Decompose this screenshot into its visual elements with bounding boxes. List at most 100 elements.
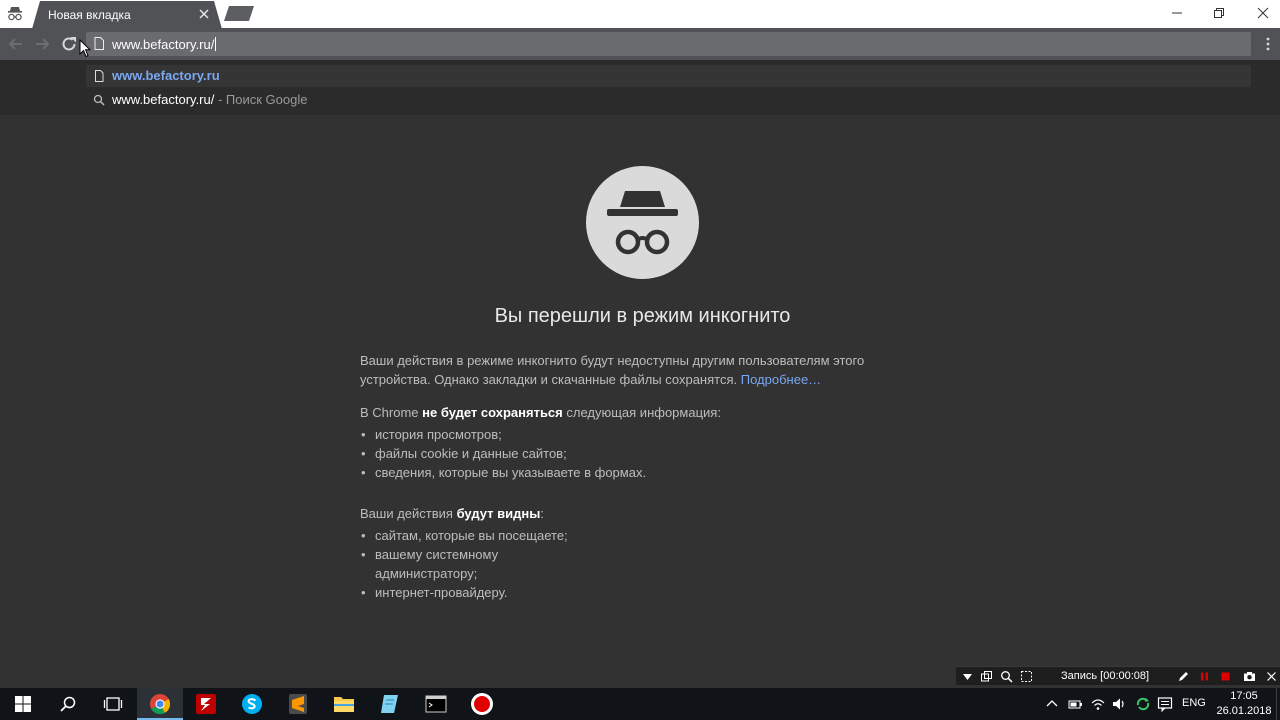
not-saved-post: следующая информация: xyxy=(562,405,721,420)
visible-pre: Ваши действия xyxy=(360,506,457,521)
stop-icon[interactable] xyxy=(1219,670,1232,683)
clock-time: 17:05 xyxy=(1230,690,1258,702)
terminal-icon xyxy=(425,695,447,713)
visible-list: сайтам, которые вы посещаете; вашему сис… xyxy=(360,526,900,602)
suggestion-item[interactable]: www.befactory.ru/ - Поиск Google xyxy=(86,89,1251,111)
tab-title: Новая вкладка xyxy=(48,8,131,22)
taskbar-skype[interactable] xyxy=(229,688,275,720)
taskbar-recorder[interactable] xyxy=(459,688,505,720)
notepad-icon xyxy=(381,695,398,713)
window-close-button[interactable] xyxy=(1240,0,1280,26)
list-item: сведения, которые вы указываете в формах… xyxy=(360,463,900,482)
taskbar-search-button[interactable] xyxy=(45,688,91,720)
suggestion-suffix: - Поиск Google xyxy=(214,92,308,107)
suggestion-query: www.befactory.ru/ xyxy=(112,92,215,107)
recording-status: Запись [00:00:08] xyxy=(1061,670,1150,682)
visible-bold: будут видны xyxy=(456,506,541,521)
incognito-spy-icon xyxy=(586,166,699,279)
minimize-button[interactable] xyxy=(1154,0,1200,26)
battery-icon[interactable] xyxy=(1067,696,1083,712)
menu-dots-icon[interactable] xyxy=(1262,36,1274,52)
clock-date: 26.01.2018 xyxy=(1216,705,1272,717)
browser-toolbar: www.befactory.ru/ xyxy=(0,28,1280,60)
language-indicator[interactable]: ENG xyxy=(1182,697,1206,709)
suggestion-item[interactable]: www.befactory.ru xyxy=(86,65,1251,87)
minimize-icon xyxy=(1172,12,1182,14)
taskbar: ENG 17:05 26.01.2018 xyxy=(0,688,1280,720)
sync-icon[interactable] xyxy=(1135,696,1151,712)
filezilla-icon xyxy=(196,694,216,714)
taskbar-file-explorer[interactable] xyxy=(321,688,367,720)
new-tab-button[interactable] xyxy=(224,6,254,21)
sublime-text-icon xyxy=(289,694,307,714)
intro-paragraph: Ваши действия в режиме инкогнито будут н… xyxy=(360,351,900,389)
pause-icon[interactable] xyxy=(1198,670,1211,683)
skype-icon xyxy=(242,694,262,714)
search-icon xyxy=(93,94,105,106)
page-title: Вы перешли в режим инкогнито xyxy=(494,305,791,327)
taskbar-sublime-text[interactable] xyxy=(275,688,321,720)
task-view-button[interactable] xyxy=(90,688,136,720)
not-saved-heading: В Chrome не будет сохраняться следующая … xyxy=(360,403,900,422)
list-item: вашему системному администратору; xyxy=(360,545,520,583)
address-bar-input[interactable]: www.befactory.ru/ xyxy=(112,37,217,52)
visible-heading: Ваши действия будут видны: xyxy=(360,504,900,523)
taskbar-chrome[interactable] xyxy=(137,688,183,720)
chevron-up-icon[interactable] xyxy=(1044,696,1060,712)
reload-icon[interactable] xyxy=(59,34,79,54)
restore-icon xyxy=(1214,8,1224,18)
region-select-icon[interactable] xyxy=(1020,670,1033,683)
tab-new-tab[interactable]: Новая вкладка xyxy=(32,1,222,29)
taskbar-terminal[interactable] xyxy=(413,688,459,720)
close-icon[interactable] xyxy=(198,8,210,20)
page-icon xyxy=(95,70,104,82)
wifi-icon[interactable] xyxy=(1090,696,1106,712)
list-item: файлы cookie и данные сайтов; xyxy=(360,444,900,463)
suggestion-search-text: www.befactory.ru/ - Поиск Google xyxy=(112,92,307,107)
incognito-description: Ваши действия в режиме инкогнито будут н… xyxy=(360,351,900,602)
close-icon[interactable] xyxy=(1265,670,1278,683)
dropdown-icon[interactable] xyxy=(961,670,974,683)
screen: Новая вкладка www.befactory.ru/ www.befa… xyxy=(0,0,1280,720)
incognito-icon xyxy=(8,7,22,21)
list-item: интернет-провайдеру. xyxy=(360,583,900,602)
windows-logo-icon xyxy=(15,696,31,712)
clock[interactable]: 17:05 26.01.2018 xyxy=(1214,689,1274,719)
incognito-page: Вы перешли в режим инкогнито Ваши действ… xyxy=(0,115,1280,688)
notifications-icon[interactable] xyxy=(1157,696,1173,712)
windows-icon[interactable] xyxy=(980,670,993,683)
page-icon xyxy=(94,37,104,50)
close-icon xyxy=(1257,7,1269,19)
text-caret xyxy=(215,37,217,51)
list-item: сайтам, которые вы посещаете; xyxy=(360,526,900,545)
address-bar[interactable]: www.befactory.ru/ xyxy=(86,32,1251,56)
back-arrow-icon[interactable] xyxy=(6,34,26,54)
start-button[interactable] xyxy=(0,688,46,720)
restore-button[interactable] xyxy=(1196,0,1242,26)
not-saved-pre: В Chrome xyxy=(360,405,423,420)
task-view-icon xyxy=(103,697,123,711)
chrome-icon xyxy=(150,694,171,715)
folder-icon xyxy=(334,697,354,712)
show-desktop-button[interactable] xyxy=(1276,688,1280,720)
address-bar-value: www.befactory.ru/ xyxy=(112,37,215,52)
recorder-toolbar: Запись [00:00:08] xyxy=(956,666,1280,685)
volume-icon[interactable] xyxy=(1111,696,1127,712)
zoom-icon[interactable] xyxy=(1000,670,1013,683)
not-saved-list: история просмотров; файлы cookie и данны… xyxy=(360,425,900,482)
list-item: история просмотров; xyxy=(360,425,900,444)
forward-arrow-icon[interactable] xyxy=(32,34,52,54)
record-icon xyxy=(471,693,493,715)
search-icon xyxy=(60,696,76,712)
visible-post: : xyxy=(540,506,544,521)
mouse-cursor-icon xyxy=(79,39,91,58)
suggestion-url: www.befactory.ru xyxy=(112,68,220,83)
tab-strip: Новая вкладка xyxy=(0,0,1280,28)
learn-more-link[interactable]: Подробнее… xyxy=(741,372,821,387)
not-saved-bold: не будет сохраняться xyxy=(422,405,563,420)
taskbar-notepad[interactable] xyxy=(367,688,413,720)
camera-icon[interactable] xyxy=(1243,670,1256,683)
pen-icon[interactable] xyxy=(1177,670,1190,683)
omnibox-suggestions: www.befactory.ru www.befactory.ru/ - Пои… xyxy=(0,60,1280,115)
taskbar-filezilla[interactable] xyxy=(183,688,229,720)
